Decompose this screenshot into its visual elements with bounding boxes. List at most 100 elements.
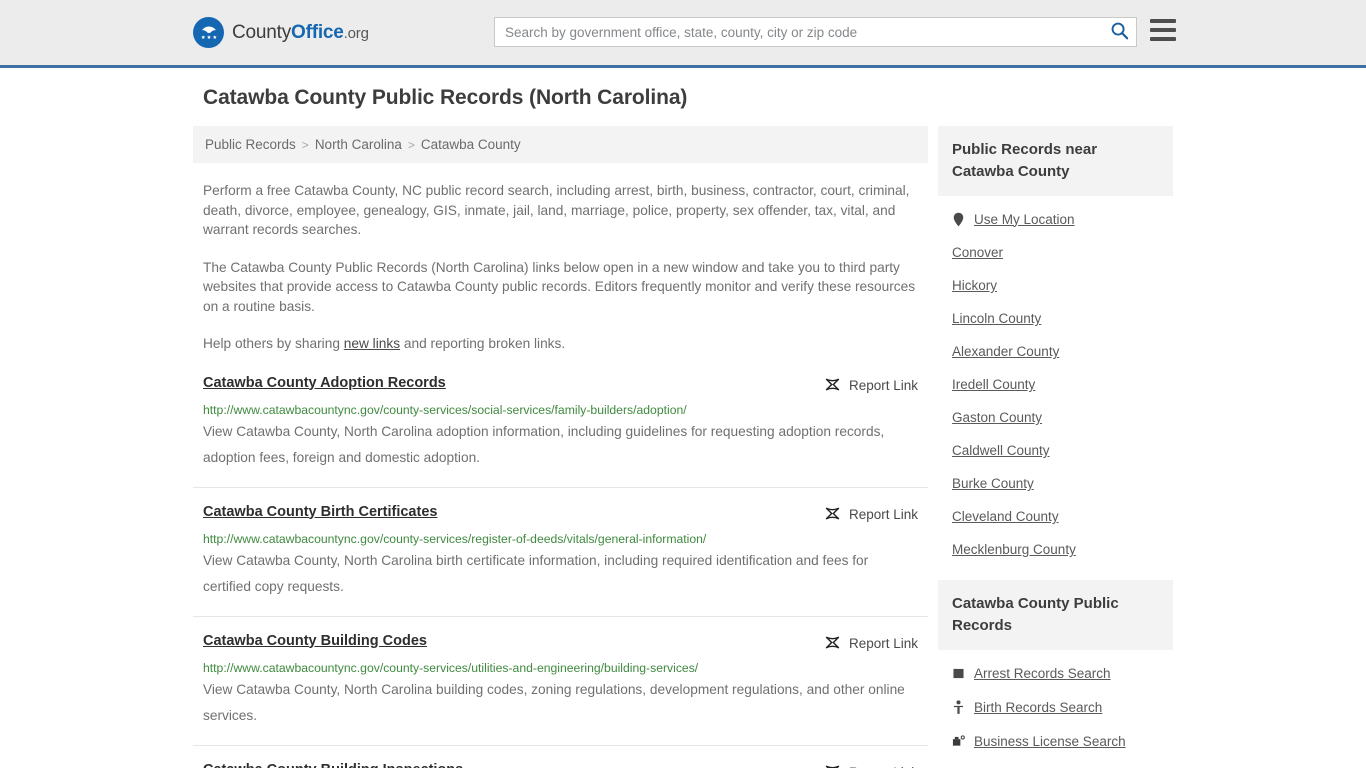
search-button[interactable]	[1102, 18, 1136, 46]
county-records-panel: Catawba County Public Records Arrest Rec…	[938, 580, 1173, 758]
sidebar-item-hickory[interactable]: Hickory	[952, 269, 1159, 302]
search-input[interactable]	[495, 18, 1102, 46]
sidebar-item-arrest-records-search[interactable]: Arrest Records Search	[952, 656, 1159, 690]
hamburger-menu-button[interactable]	[1150, 19, 1176, 41]
sidebar-link-caldwell-county[interactable]: Caldwell County	[952, 443, 1050, 458]
nearby-records-list: Use My Location Conover Hickory Lincoln …	[938, 196, 1173, 566]
result-header: Catawba County Birth Certificates Report…	[203, 504, 918, 525]
sidebar-link-arrest-records-search[interactable]: Arrest Records Search	[974, 666, 1111, 681]
sidebar-link-use-my-location[interactable]: Use My Location	[974, 212, 1075, 227]
county-office-logo-icon	[193, 17, 224, 48]
hamburger-menu-icon	[1150, 19, 1176, 23]
sidebar-link-conover[interactable]: Conover	[952, 245, 1003, 260]
new-links-link[interactable]: new links	[344, 336, 400, 351]
sidebar-item-gaston-county[interactable]: Gaston County	[952, 401, 1159, 434]
baby-icon	[952, 699, 965, 715]
breadcrumb-item-north-carolina[interactable]: North Carolina	[315, 137, 402, 152]
logo-text-org: .org	[343, 24, 369, 42]
sidebar-link-mecklenburg-county[interactable]: Mecklenburg County	[952, 542, 1076, 557]
sidebar-link-alexander-county[interactable]: Alexander County	[952, 344, 1059, 359]
broken-link-icon	[824, 505, 841, 525]
result-item: Catawba County Adoption Records Report L…	[193, 375, 928, 488]
sidebar-link-business-license-search[interactable]: Business License Search	[974, 734, 1126, 749]
result-title-link[interactable]: Catawba County Adoption Records	[203, 375, 446, 391]
intro-paragraph-3: Help others by sharing new links and rep…	[203, 334, 918, 354]
result-item: Catawba County Building Codes Report Lin…	[193, 633, 928, 746]
logo-text-office: Office	[291, 21, 344, 43]
broken-link-icon	[824, 376, 841, 396]
briefcase-icon	[952, 733, 965, 749]
sidebar-item-cleveland-county[interactable]: Cleveland County	[952, 500, 1159, 533]
logo-text-county: County	[232, 21, 292, 43]
content-columns: Public Records > North Carolina > Catawb…	[193, 126, 1173, 768]
sidebar-item-caldwell-county[interactable]: Caldwell County	[952, 434, 1159, 467]
result-title-link[interactable]: Catawba County Building Inspections	[203, 762, 463, 768]
handcuffs-icon	[952, 665, 965, 681]
map-pin-icon	[952, 211, 965, 227]
report-link-label: Report Link	[848, 636, 918, 651]
result-url[interactable]: http://www.catawbacountync.gov/county-se…	[203, 403, 918, 417]
sidebar-item-lincoln-county[interactable]: Lincoln County	[952, 302, 1159, 335]
hamburger-menu-icon-bar3	[1150, 37, 1176, 41]
breadcrumb-item-catawba-county[interactable]: Catawba County	[421, 137, 521, 152]
result-description: View Catawba County, North Carolina birt…	[203, 552, 869, 594]
breadcrumb-separator: >	[301, 137, 309, 152]
intro-paragraph-2: The Catawba County Public Records (North…	[203, 259, 916, 314]
sidebar-link-hickory[interactable]: Hickory	[952, 278, 997, 293]
result-header: Catawba County Building Inspections	[203, 762, 918, 768]
result-title-link[interactable]: Catawba County Birth Certificates	[203, 504, 437, 520]
report-link-label: Report Link	[848, 507, 918, 522]
result-item: Catawba County Birth Certificates Report…	[193, 504, 928, 617]
results-list: Catawba County Adoption Records Report L…	[193, 375, 928, 768]
sidebar-item-burke-county[interactable]: Burke County	[952, 467, 1159, 500]
result-url[interactable]: http://www.catawbacountync.gov/county-se…	[203, 661, 918, 675]
broken-link-icon	[824, 763, 841, 768]
intro-share-prefix: Help others by sharing	[203, 336, 344, 351]
result-url[interactable]: http://www.catawbacountync.gov/county-se…	[203, 532, 918, 546]
sidebar-link-lincoln-county[interactable]: Lincoln County	[952, 311, 1041, 326]
result-header: Catawba County Building Codes Report Lin…	[203, 633, 918, 654]
report-link-label: Report Link	[848, 378, 918, 393]
county-records-heading: Catawba County Public Records	[938, 580, 1173, 650]
county-records-list: Arrest Records Search Birth Records Sear…	[938, 650, 1173, 758]
report-link-button[interactable]: Report Link	[824, 376, 918, 396]
sidebar-item-birth-records-search[interactable]: Birth Records Search	[952, 690, 1159, 724]
sidebar-link-cleveland-county[interactable]: Cleveland County	[952, 509, 1059, 524]
sidebar-link-iredell-county[interactable]: Iredell County	[952, 377, 1035, 392]
sidebar-link-birth-records-search[interactable]: Birth Records Search	[974, 700, 1102, 715]
breadcrumb: Public Records > North Carolina > Catawb…	[193, 126, 928, 163]
sidebar-item-business-license-search[interactable]: Business License Search	[952, 724, 1159, 758]
breadcrumb-item-public-records[interactable]: Public Records	[205, 137, 296, 152]
intro-share-suffix: and reporting broken links.	[400, 336, 566, 351]
site-logo-text: CountyOffice.org	[232, 22, 369, 44]
sidebar-item-use-my-location[interactable]: Use My Location	[952, 202, 1159, 236]
broken-link-icon	[824, 634, 841, 654]
result-header: Catawba County Adoption Records Report L…	[203, 375, 918, 396]
intro-paragraph-1: Perform a free Catawba County, NC public…	[203, 183, 910, 237]
sidebar-item-alexander-county[interactable]: Alexander County	[952, 335, 1159, 368]
report-link-button[interactable]: Report Link	[824, 634, 918, 654]
sidebar: Public Records near Catawba County Use M…	[938, 126, 1173, 768]
sidebar-item-conover[interactable]: Conover	[952, 236, 1159, 269]
page-container: Catawba County Public Records (North Car…	[193, 68, 1173, 768]
nearby-records-heading: Public Records near Catawba County	[938, 126, 1173, 196]
main-column: Public Records > North Carolina > Catawb…	[193, 126, 928, 768]
result-item: Catawba County Building Inspections	[193, 762, 928, 768]
breadcrumb-separator: >	[407, 137, 415, 152]
report-link-button[interactable]: Report Link	[824, 505, 918, 525]
sidebar-link-gaston-county[interactable]: Gaston County	[952, 410, 1042, 425]
search-bar[interactable]	[494, 17, 1137, 47]
sidebar-item-mecklenburg-county[interactable]: Mecklenburg County	[952, 533, 1159, 566]
report-link-button[interactable]: Report Link	[824, 763, 918, 768]
page-title: Catawba County Public Records (North Car…	[203, 86, 688, 109]
search-icon	[1110, 21, 1129, 43]
result-description: View Catawba County, North Carolina buil…	[203, 681, 905, 723]
sidebar-link-burke-county[interactable]: Burke County	[952, 476, 1034, 491]
result-description: View Catawba County, North Carolina adop…	[203, 423, 885, 465]
sidebar-item-iredell-county[interactable]: Iredell County	[952, 368, 1159, 401]
site-header: CountyOffice.org	[0, 0, 1366, 68]
site-logo[interactable]: CountyOffice.org	[193, 17, 369, 48]
intro-section: Perform a free Catawba County, NC public…	[193, 181, 928, 354]
result-title-link[interactable]: Catawba County Building Codes	[203, 633, 427, 649]
hamburger-menu-icon-bar2	[1150, 28, 1176, 32]
